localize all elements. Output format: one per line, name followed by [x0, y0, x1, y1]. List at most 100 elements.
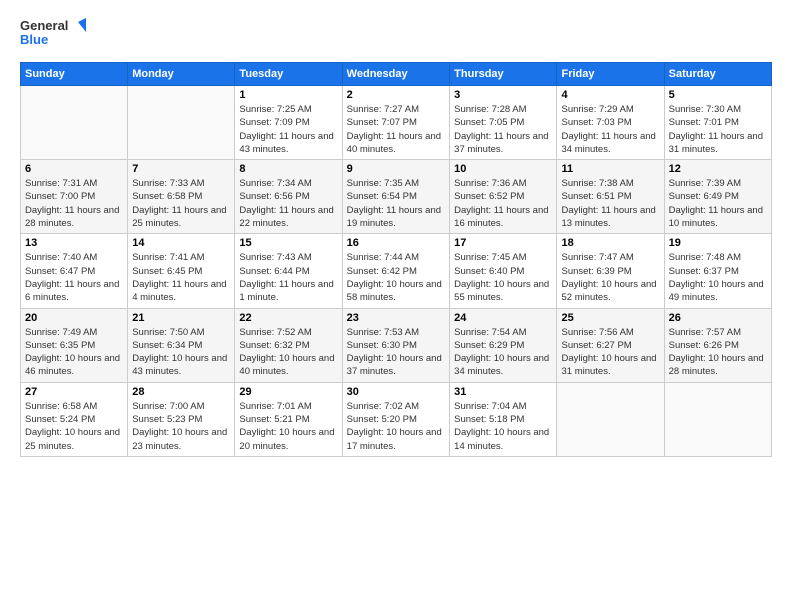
calendar-cell: 29 Sunrise: 7:01 AMSunset: 5:21 PMDayligh…: [235, 382, 342, 456]
calendar-cell: 2Sunrise: 7:27 AMSunset: 7:07 PMDaylight…: [342, 86, 449, 160]
week-row-5: 27Sunrise: 6:58 AMSunset: 5:24 PMDayligh…: [21, 382, 772, 456]
day-number: 21: [132, 312, 230, 324]
day-number: 11: [561, 163, 659, 175]
day-info: Sunrise: 7:35 AMSunset: 6:54 PMDaylight:…: [347, 177, 445, 230]
day-info: Sunrise: 7:30 AMSunset: 7:01 PMDaylight:…: [669, 103, 767, 156]
day-info: Sunrise: 7:04 AMSunset: 5:18 PMDaylight:…: [454, 400, 552, 453]
day-info: Sunrise: 7:29 AMSunset: 7:03 PMDaylight:…: [561, 103, 659, 156]
calendar-cell: 8Sunrise: 7:34 AMSunset: 6:56 PMDaylight…: [235, 160, 342, 234]
day-number: 14: [132, 237, 230, 249]
calendar-cell: [557, 382, 664, 456]
calendar-cell: 19Sunrise: 7:48 AMSunset: 6:37 PMDayligh…: [664, 234, 771, 308]
day-info: Sunrise: 7:45 AMSunset: 6:40 PMDaylight:…: [454, 251, 552, 304]
day-info: Sunrise: 7:47 AMSunset: 6:39 PMDaylight:…: [561, 251, 659, 304]
day-info: Sunrise: 7:53 AMSunset: 6:30 PMDaylight:…: [347, 326, 445, 379]
calendar-cell: 14 Sunrise: 7:41 AMSunset: 6:45 PMDayligh…: [128, 234, 235, 308]
week-row-1: 1 Sunrise: 7:25 AMSunset: 7:09 PMDaylight…: [21, 86, 772, 160]
calendar-cell: 1 Sunrise: 7:25 AMSunset: 7:09 PMDaylight…: [235, 86, 342, 160]
day-info: Sunrise: 7:00 AMSunset: 5:23 PMDaylight:…: [132, 400, 230, 453]
day-number: 1: [239, 89, 337, 101]
day-info: Sunrise: 7:52 AMSunset: 6:32 PMDaylight:…: [239, 326, 337, 379]
day-info: Sunrise: 7:01 AMSunset: 5:21 PMDaylight:…: [239, 400, 337, 453]
calendar-cell: 31 Sunrise: 7:04 AMSunset: 5:18 PMDayligh…: [450, 382, 557, 456]
week-row-3: 13 Sunrise: 7:40 AMSunset: 6:47 PMDayligh…: [21, 234, 772, 308]
day-info: Sunrise: 7:54 AMSunset: 6:29 PMDaylight:…: [454, 326, 552, 379]
day-number: 29: [239, 386, 337, 398]
calendar-cell: 16 Sunrise: 7:44 AMSunset: 6:42 PMDayligh…: [342, 234, 449, 308]
weekday-header-friday: Friday: [557, 63, 664, 86]
day-info: Sunrise: 7:48 AMSunset: 6:37 PMDaylight:…: [669, 251, 767, 304]
day-number: 22: [239, 312, 337, 324]
day-number: 23: [347, 312, 445, 324]
week-row-4: 20 Sunrise: 7:49 AMSunset: 6:35 PMDayligh…: [21, 308, 772, 382]
day-info: Sunrise: 7:38 AMSunset: 6:51 PMDaylight:…: [561, 177, 659, 230]
day-info: Sunrise: 7:02 AMSunset: 5:20 PMDaylight:…: [347, 400, 445, 453]
weekday-header-saturday: Saturday: [664, 63, 771, 86]
day-number: 6: [25, 163, 123, 175]
day-number: 31: [454, 386, 552, 398]
day-number: 20: [25, 312, 123, 324]
day-info: Sunrise: 7:31 AMSunset: 7:00 PMDaylight:…: [25, 177, 123, 230]
calendar-cell: 26 Sunrise: 7:57 AMSunset: 6:26 PMDayligh…: [664, 308, 771, 382]
day-number: 4: [561, 89, 659, 101]
day-number: 28: [132, 386, 230, 398]
svg-text:Blue: Blue: [20, 32, 48, 47]
calendar-cell: 20 Sunrise: 7:49 AMSunset: 6:35 PMDayligh…: [21, 308, 128, 382]
calendar-cell: 30Sunrise: 7:02 AMSunset: 5:20 PMDayligh…: [342, 382, 449, 456]
day-info: Sunrise: 7:41 AMSunset: 6:45 PMDaylight:…: [132, 251, 230, 304]
calendar-cell: 6 Sunrise: 7:31 AMSunset: 7:00 PMDaylight…: [21, 160, 128, 234]
day-number: 18: [561, 237, 659, 249]
calendar-cell: 12 Sunrise: 7:39 AMSunset: 6:49 PMDayligh…: [664, 160, 771, 234]
day-number: 8: [239, 163, 337, 175]
day-info: Sunrise: 7:39 AMSunset: 6:49 PMDaylight:…: [669, 177, 767, 230]
header: General Blue: [20, 16, 772, 52]
svg-text:General: General: [20, 18, 68, 33]
calendar-cell: 11 Sunrise: 7:38 AMSunset: 6:51 PMDayligh…: [557, 160, 664, 234]
day-number: 16: [347, 237, 445, 249]
day-number: 17: [454, 237, 552, 249]
day-number: 25: [561, 312, 659, 324]
day-info: Sunrise: 7:25 AMSunset: 7:09 PMDaylight:…: [239, 103, 337, 156]
day-number: 5: [669, 89, 767, 101]
calendar-table: SundayMondayTuesdayWednesdayThursdayFrid…: [20, 62, 772, 457]
day-number: 26: [669, 312, 767, 324]
calendar-cell: [21, 86, 128, 160]
week-row-2: 6 Sunrise: 7:31 AMSunset: 7:00 PMDaylight…: [21, 160, 772, 234]
day-number: 27: [25, 386, 123, 398]
day-number: 15: [239, 237, 337, 249]
day-number: 13: [25, 237, 123, 249]
day-info: Sunrise: 7:33 AMSunset: 6:58 PMDaylight:…: [132, 177, 230, 230]
weekday-header-wednesday: Wednesday: [342, 63, 449, 86]
day-info: Sunrise: 7:44 AMSunset: 6:42 PMDaylight:…: [347, 251, 445, 304]
day-info: Sunrise: 7:50 AMSunset: 6:34 PMDaylight:…: [132, 326, 230, 379]
day-number: 9: [347, 163, 445, 175]
day-info: Sunrise: 7:43 AMSunset: 6:44 PMDaylight:…: [239, 251, 337, 304]
logo-svg: General Blue: [20, 16, 90, 52]
calendar-cell: 10 Sunrise: 7:36 AMSunset: 6:52 PMDayligh…: [450, 160, 557, 234]
weekday-header-tuesday: Tuesday: [235, 63, 342, 86]
day-number: 10: [454, 163, 552, 175]
calendar-cell: 7 Sunrise: 7:33 AMSunset: 6:58 PMDaylight…: [128, 160, 235, 234]
day-number: 12: [669, 163, 767, 175]
calendar-cell: 24 Sunrise: 7:54 AMSunset: 6:29 PMDayligh…: [450, 308, 557, 382]
day-number: 3: [454, 89, 552, 101]
calendar-cell: [128, 86, 235, 160]
day-info: Sunrise: 7:56 AMSunset: 6:27 PMDaylight:…: [561, 326, 659, 379]
calendar-cell: [664, 382, 771, 456]
day-info: Sunrise: 7:49 AMSunset: 6:35 PMDaylight:…: [25, 326, 123, 379]
calendar-cell: 15 Sunrise: 7:43 AMSunset: 6:44 PMDayligh…: [235, 234, 342, 308]
day-info: Sunrise: 7:40 AMSunset: 6:47 PMDaylight:…: [25, 251, 123, 304]
calendar-cell: 9 Sunrise: 7:35 AMSunset: 6:54 PMDaylight…: [342, 160, 449, 234]
day-info: Sunrise: 7:57 AMSunset: 6:26 PMDaylight:…: [669, 326, 767, 379]
weekday-header-monday: Monday: [128, 63, 235, 86]
weekday-header-row: SundayMondayTuesdayWednesdayThursdayFrid…: [21, 63, 772, 86]
day-number: 24: [454, 312, 552, 324]
calendar-cell: 4 Sunrise: 7:29 AMSunset: 7:03 PMDaylight…: [557, 86, 664, 160]
calendar-cell: 21 Sunrise: 7:50 AMSunset: 6:34 PMDayligh…: [128, 308, 235, 382]
calendar-cell: 3Sunrise: 7:28 AMSunset: 7:05 PMDaylight…: [450, 86, 557, 160]
weekday-header-thursday: Thursday: [450, 63, 557, 86]
calendar-cell: 5 Sunrise: 7:30 AMSunset: 7:01 PMDaylight…: [664, 86, 771, 160]
day-info: Sunrise: 7:36 AMSunset: 6:52 PMDaylight:…: [454, 177, 552, 230]
day-number: 7: [132, 163, 230, 175]
calendar-cell: 25 Sunrise: 7:56 AMSunset: 6:27 PMDayligh…: [557, 308, 664, 382]
